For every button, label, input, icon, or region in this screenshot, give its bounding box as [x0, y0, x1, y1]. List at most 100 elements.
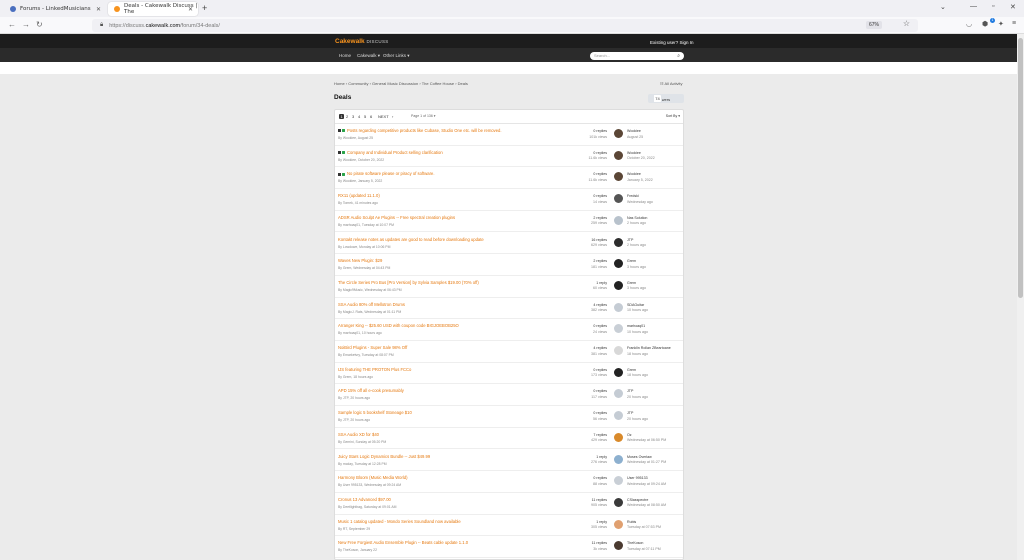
tab-list-icon[interactable]: ⌄	[940, 3, 946, 11]
topic-title-link[interactable]: SSA Audio 80% off Mellotron Drums	[338, 302, 405, 307]
new-tab-icon[interactable]: +	[202, 3, 207, 13]
page-2[interactable]: 2	[346, 114, 348, 119]
topic-row[interactable]: Juicy Stars Logic Dynamics Bundle -- Jus…	[335, 450, 683, 472]
topic-row[interactable]: NoiBird Plugins - Super Sale 98% Off By E…	[335, 341, 683, 363]
avatar[interactable]	[614, 411, 623, 421]
last-poster[interactable]: Franklin Rollan ZBeartoane	[627, 346, 671, 352]
page-jump-dropdown[interactable]: Page 1 of 136 ▾	[411, 114, 436, 118]
avatar[interactable]	[614, 150, 623, 160]
topic-title-link[interactable]: The Circle Series Pro Bus [Pro Version] …	[338, 280, 479, 285]
topic-row[interactable]: Sample logic 5 bookshelf Stoneage $10 By …	[335, 406, 683, 428]
avatar[interactable]	[614, 541, 623, 551]
topic-row[interactable]: Music 1 catalog updated - Mondo Series S…	[335, 515, 683, 537]
topic-row[interactable]: SSA Audio XD for $40 By Gemini, Sunday at…	[335, 428, 683, 450]
all-activity-link[interactable]: ☷ All Activity	[660, 81, 682, 86]
avatar[interactable]	[614, 194, 623, 204]
pocket-icon[interactable]: ◡	[966, 20, 972, 28]
bookmark-star-icon[interactable]: ☆	[903, 19, 910, 28]
topic-row[interactable]: No pirate software please or piracy of s…	[335, 167, 683, 190]
browser-tab-1[interactable]: Deals - Cakewalk Discuss | The ✕	[108, 2, 198, 16]
nav-cakewalk[interactable]: Cakewalk ▾	[357, 53, 380, 59]
maximize-icon[interactable]: ▫	[992, 3, 994, 10]
search-input[interactable]: Search... ⌕	[590, 52, 684, 60]
topic-title-link[interactable]: IJS featuring THE PROTON Plus FCCo	[338, 367, 411, 372]
topic-row[interactable]: Cronus 13 Advanced $97.00 By Deetlighthag…	[335, 493, 683, 515]
back-icon[interactable]: ←	[8, 20, 16, 29]
topic-title-link[interactable]: Kontakt release notes as updates are goo…	[338, 237, 484, 242]
page-6[interactable]: 6	[370, 114, 372, 119]
topic-row[interactable]: The Circle Series Pro Bus [Pro Version] …	[335, 276, 683, 298]
tab-close-icon[interactable]: ✕	[96, 6, 101, 13]
topic-row[interactable]: Arranger King -- $25.60 USD with coupon …	[335, 319, 683, 341]
avatar[interactable]	[614, 432, 623, 442]
avatar[interactable]	[614, 389, 623, 399]
topic-title-link[interactable]: SSA Audio XD for $40	[338, 432, 379, 437]
url-bar[interactable]: 🔒︎ https://discuss. cakewalk.com/forum/34…	[92, 19, 918, 32]
sort-by-dropdown[interactable]: Sort By ▾	[666, 114, 680, 118]
topic-title-link[interactable]: Juicy Stars Logic Dynamics Bundle -- Jus…	[338, 454, 430, 459]
avatar[interactable]	[614, 237, 623, 247]
avatar[interactable]	[614, 367, 623, 377]
nav-home[interactable]: Home	[339, 53, 351, 58]
avatar[interactable]	[614, 215, 623, 225]
avatar[interactable]	[614, 280, 623, 290]
topic-title-link[interactable]: RX11 (updated 11.1.0)	[338, 193, 380, 198]
avatar[interactable]	[614, 476, 623, 486]
topic-row[interactable]: IJS featuring THE PROTON Plus FCCo By Gre…	[335, 363, 683, 385]
avatar[interactable]	[614, 259, 623, 269]
nav-other-links[interactable]: Other Links ▾	[383, 53, 410, 59]
follow-button[interactable]: Followers 74	[648, 94, 684, 103]
page-3[interactable]: 3	[352, 114, 354, 119]
avatar[interactable]	[614, 497, 623, 507]
topic-row[interactable]: ADSR Audio Sculpt Ae Plugins -- Free spe…	[335, 211, 683, 233]
page-5[interactable]: 5	[364, 114, 366, 119]
page-last[interactable]: ›	[392, 114, 393, 119]
breadcrumb[interactable]: Home › Community › General Music Discuss…	[334, 81, 468, 86]
topic-row[interactable]: Kontakt release notes as updates are goo…	[335, 233, 683, 255]
topic-row[interactable]: Harmony Bloom (Music Media World) By User…	[335, 471, 683, 493]
topic-title-link[interactable]: Cronus 13 Advanced $97.00	[338, 497, 391, 502]
site-logo[interactable]: Cakewalk DISCUSS	[335, 38, 389, 45]
page-4[interactable]: 4	[358, 114, 360, 119]
topic-title-link[interactable]: Waves New Plugin: $29	[338, 258, 382, 263]
avatar[interactable]	[614, 454, 623, 464]
topic-title-link[interactable]: APD 15% off all e-cook presumably	[338, 388, 404, 393]
topic-row[interactable]: SSA Audio 80% off Mellotron Drums By Magi…	[335, 298, 683, 320]
browser-tab-0[interactable]: Forums - LinkedMusicians ✕	[4, 2, 106, 16]
extension-icon[interactable]: ⬢	[982, 20, 988, 28]
topic-title-link[interactable]: Company and Individual Product selling c…	[338, 150, 443, 155]
avatar[interactable]	[614, 302, 623, 312]
zoom-level[interactable]: 67%	[865, 21, 882, 29]
minimize-icon[interactable]: —	[970, 3, 977, 10]
topic-row[interactable]: Waves New Plugin: $29 By Grem, Wednesday …	[335, 254, 683, 276]
sign-in-link[interactable]: Existing user? Sign In	[650, 40, 694, 45]
topic-row[interactable]: Company and Individual Product selling c…	[335, 146, 683, 168]
last-poster[interactable]: marhoaq01	[627, 324, 648, 330]
topic-title-link[interactable]: Posts regarding competitive products lik…	[338, 128, 502, 133]
topic-title-link[interactable]: Harmony Bloom (Music Media World)	[338, 475, 408, 480]
topic-row[interactable]: Posts regarding competitive products lik…	[335, 124, 683, 146]
avatar[interactable]	[614, 324, 623, 334]
reload-icon[interactable]: ↻	[36, 20, 43, 29]
menu-icon[interactable]: ≡	[1012, 20, 1016, 27]
page-1[interactable]: 1	[339, 114, 345, 119]
tab-close-icon[interactable]: ✕	[188, 6, 193, 13]
topic-row[interactable]: APD 15% off all e-cook presumably By JTP,…	[335, 384, 683, 407]
forward-icon[interactable]: →	[22, 20, 30, 29]
topic-title-link[interactable]: New Free Forgiest Audio Ensemble Plugin …	[338, 540, 468, 545]
avatar[interactable]	[614, 519, 623, 529]
topic-row[interactable]: RX11 (updated 11.1.0) By Tomek, 41 minute…	[335, 189, 683, 211]
topic-title-link[interactable]: ADSR Audio Sculpt Ae Plugins -- Free spe…	[338, 215, 455, 220]
topic-title-link[interactable]: Arranger King -- $25.60 USD with coupon …	[338, 323, 459, 328]
avatar[interactable]	[614, 129, 623, 138]
page-next[interactable]: NEXT	[378, 114, 389, 119]
avatar[interactable]	[614, 346, 623, 355]
puzzle-icon[interactable]: ✦	[998, 20, 1004, 28]
topic-title-link[interactable]: NoiBird Plugins - Super Sale 98% Off	[338, 345, 407, 350]
topic-row[interactable]: New Free Forgiest Audio Ensemble Plugin …	[335, 536, 683, 558]
search-icon[interactable]: ⌕	[677, 52, 680, 60]
last-poster[interactable]: Wookiee	[627, 129, 643, 135]
scrollbar-thumb[interactable]	[1018, 38, 1023, 298]
topic-title-link[interactable]: No pirate software please or piracy of s…	[338, 171, 435, 176]
avatar[interactable]	[614, 172, 623, 182]
